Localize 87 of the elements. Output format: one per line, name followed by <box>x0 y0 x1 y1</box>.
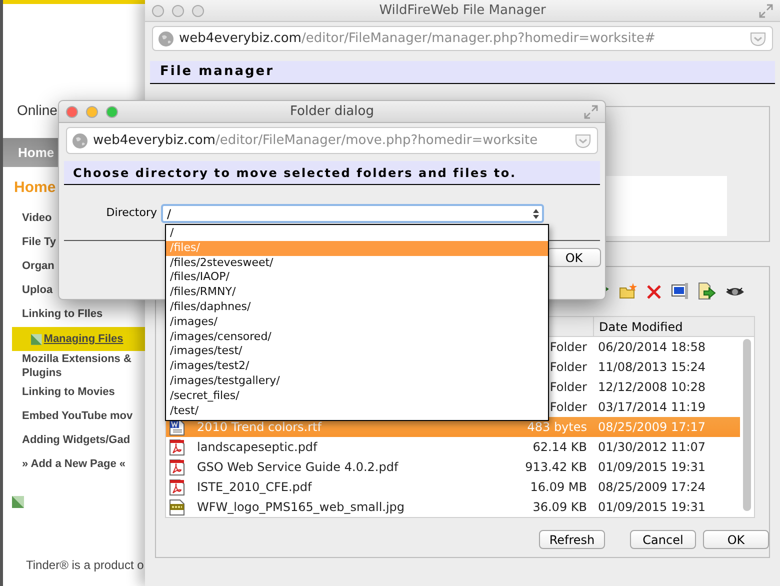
section-title: Choose directory to move selected folders and files to. <box>73 164 516 182</box>
monitor-icon[interactable] <box>671 282 689 300</box>
menu-link[interactable]: Linking to FIles <box>22 307 144 321</box>
pdf-document-icon <box>169 478 185 496</box>
zoom-button[interactable] <box>192 4 204 16</box>
menu-link[interactable]: Mozilla Extensions & Plugins <box>22 352 144 380</box>
section-title: File manager <box>160 63 274 82</box>
select-arrows-icon <box>533 208 539 218</box>
dropdown-option[interactable]: /files/RMNY/ <box>166 285 548 300</box>
file-size: 62.14 KB <box>532 439 587 456</box>
globe-icon <box>72 132 88 148</box>
menu-link[interactable]: » Add a New Page « <box>22 457 144 471</box>
dialog-button[interactable]: OK <box>703 530 769 549</box>
select-value: / <box>167 206 172 222</box>
pocket-icon[interactable] <box>574 132 592 148</box>
dropdown-option[interactable]: / <box>166 226 548 241</box>
dropdown-option[interactable]: /images/ <box>166 314 548 330</box>
file-row[interactable]: WFW_logo_PMS165_web_small.jpg 36.09 KB 01/09/2015 19:31 <box>166 497 740 517</box>
file-size: Folder <box>548 339 587 356</box>
menu-link[interactable]: Embed YouTube mov <box>22 409 144 423</box>
url-field[interactable]: web4everybiz.com/editor/FileManager/manager.php?homedir=worksite# <box>152 26 773 51</box>
pocket-icon[interactable] <box>749 30 767 46</box>
document-arrow-icon[interactable] <box>698 282 716 300</box>
file-date: 08/25/2009 17:17 <box>598 419 706 436</box>
window-title: Folder dialog <box>290 102 374 121</box>
footer-text: Tinder® is a product o <box>25 557 145 574</box>
minimize-button[interactable] <box>86 106 98 118</box>
dropdown-option[interactable]: /images/test2/ <box>166 359 548 374</box>
file-size: Folder <box>548 359 587 376</box>
dialog-button[interactable]: Cancel <box>630 530 696 549</box>
dropdown-option[interactable]: /images/censored/ <box>166 330 548 344</box>
resize-icon[interactable] <box>584 104 598 118</box>
broken-image-icon <box>31 332 42 346</box>
new-folder-icon[interactable] <box>619 282 637 300</box>
directory-label: Directory <box>105 205 158 222</box>
file-row[interactable]: ISTE_2010_CFE.pdf 16.09 MB 08/25/2009 17:24 <box>166 477 740 497</box>
file-date: 06/20/2014 18:58 <box>598 339 706 356</box>
file-name: landscapeseptic.pdf <box>197 439 318 456</box>
dropdown-option[interactable]: /files/IAOP/ <box>166 270 548 286</box>
window-title: WildFireWeb File Manager <box>379 2 546 20</box>
file-size: Folder <box>548 399 587 416</box>
file-name: WFW_logo_PMS165_web_small.jpg <box>197 499 405 516</box>
menu-link[interactable]: Adding Widgets/Gad <box>22 433 144 447</box>
dropdown-option[interactable]: /images/testgallery/ <box>166 374 548 389</box>
file-size: 483 bytes <box>526 419 587 436</box>
page-heading: Home <box>13 179 57 197</box>
globe-icon <box>158 30 174 46</box>
url-field[interactable]: web4everybiz.com/editor/FileManager/move.php?homedir=worksite <box>66 127 598 154</box>
dialog-button[interactable]: Refresh <box>539 530 605 549</box>
scrollbar-thumb[interactable] <box>743 339 751 511</box>
file-size: 16.09 MB <box>529 479 587 496</box>
delete-icon[interactable] <box>646 284 662 300</box>
pdf-document-icon <box>169 458 185 476</box>
minimize-button[interactable] <box>172 4 184 16</box>
menu-link[interactable]: Linking to Movies <box>22 385 144 399</box>
url-text: web4everybiz.com/editor/FileManager/move.php?homedir=worksite <box>93 132 539 150</box>
dropdown-option[interactable]: /files/daphnes/ <box>166 300 548 315</box>
tagline: Online <box>17 102 58 119</box>
file-row[interactable]: landscapeseptic.pdf 62.14 KB 01/30/2012 11:07 <box>166 437 740 457</box>
file-date: 11/08/2013 15:24 <box>598 359 706 376</box>
file-date: 01/09/2015 19:31 <box>598 499 706 516</box>
directory-select[interactable]: / <box>161 204 544 223</box>
dropdown-option[interactable]: /test/ <box>166 404 548 418</box>
file-name: ISTE_2010_CFE.pdf <box>197 479 312 496</box>
file-date: 03/17/2014 11:19 <box>598 399 706 416</box>
dropdown-option[interactable]: /images/test/ <box>166 344 548 360</box>
broken-image-icon <box>12 496 24 508</box>
file-size: Folder <box>548 379 587 396</box>
pdf-document-icon <box>169 438 185 456</box>
file-name: 2010 Trend colors.rtf <box>197 419 322 436</box>
file-date: 08/25/2009 17:24 <box>598 479 706 496</box>
file-name: GSO Web Service Guide 4.0.2.pdf <box>197 459 398 476</box>
file-date: 12/12/2008 10:28 <box>598 379 706 396</box>
close-button[interactable] <box>152 4 164 16</box>
file-date: 01/30/2012 11:07 <box>598 439 706 456</box>
file-date: 01/09/2015 19:31 <box>598 459 706 476</box>
file-row[interactable]: GSO Web Service Guide 4.0.2.pdf 913.42 KB 01/09/2015 19:31 <box>166 457 740 477</box>
dropdown-option[interactable]: /secret_files/ <box>166 388 548 404</box>
dropdown-option[interactable]: /files/2stevesweet/ <box>166 256 548 270</box>
file-size: 36.09 KB <box>532 499 587 516</box>
close-button[interactable] <box>66 106 78 118</box>
zoom-button[interactable] <box>106 106 118 118</box>
image-document-icon <box>169 498 185 516</box>
dialog-button[interactable]: OK <box>547 248 601 267</box>
file-size: 913.42 KB <box>524 459 587 476</box>
resize-icon[interactable] <box>759 4 773 18</box>
url-text: web4everybiz.com/editor/FileManager/manager.php?homedir=worksite# <box>179 30 656 48</box>
